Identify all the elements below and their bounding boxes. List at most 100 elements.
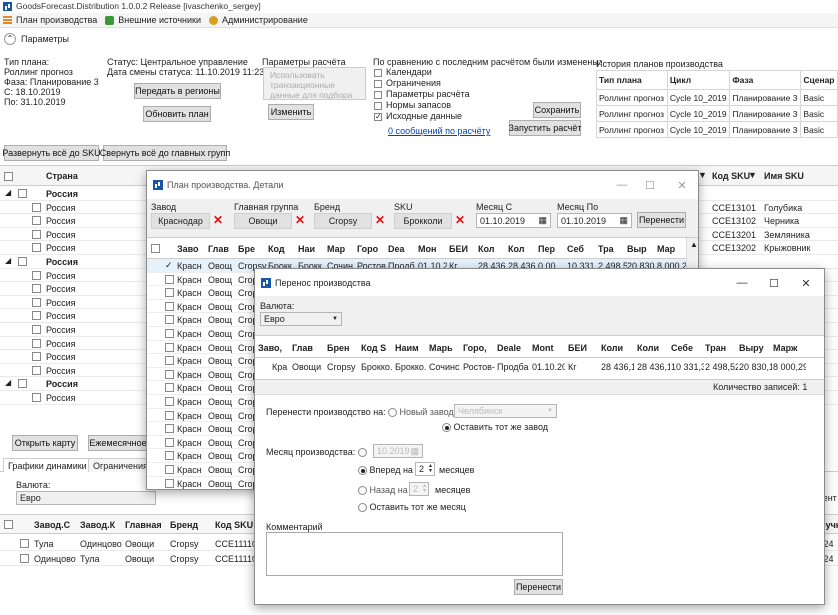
- minimize-button[interactable]: —: [725, 269, 759, 297]
- details-header-cell[interactable]: Мон: [418, 244, 446, 254]
- details-header-cell[interactable]: Мар: [327, 244, 355, 254]
- open-map-button[interactable]: Открыть карту: [12, 435, 78, 451]
- row-checkbox[interactable]: [165, 451, 174, 461]
- row-checkbox[interactable]: [32, 229, 41, 239]
- row-checkbox[interactable]: [165, 437, 174, 447]
- details-transfer-button[interactable]: Перенести: [637, 212, 686, 228]
- details-header-cell[interactable]: Себ: [567, 244, 595, 254]
- history-row[interactable]: Роллинг прогноз Cycle 10_2019 Планирование…: [596, 121, 838, 138]
- history-row[interactable]: Роллинг прогноз Cycle 10_2019 Планирование…: [596, 89, 838, 106]
- checkbox[interactable]: [374, 68, 382, 77]
- transfer-header-cell[interactable]: БЕИ: [568, 343, 601, 353]
- row-checkbox[interactable]: [32, 297, 41, 307]
- row-checkbox[interactable]: [165, 315, 174, 325]
- column-sku-name[interactable]: Имя SKU: [764, 171, 804, 181]
- details-header-cell[interactable]: Кол: [478, 244, 506, 254]
- transfer-header-cell[interactable]: Заво,: [258, 343, 291, 353]
- header-select-all[interactable]: [4, 171, 13, 182]
- transfer-header-cell[interactable]: Код S: [361, 343, 394, 353]
- stepper-icon[interactable]: ▲ ▼: [422, 484, 427, 494]
- messages-link[interactable]: 0 сообщений по расчёту: [388, 126, 490, 136]
- update-plan-button[interactable]: Обновить план: [143, 106, 211, 122]
- bottom-header-cell[interactable]: Код SKU: [215, 520, 253, 530]
- filter-icon[interactable]: ▼: [748, 170, 757, 180]
- history-header-cell[interactable]: Фаза: [729, 70, 802, 90]
- new-plant-radio[interactable]: Новый завод:: [388, 407, 456, 418]
- transfer-header-cell[interactable]: Mont: [532, 343, 565, 353]
- row-checkbox[interactable]: [20, 539, 29, 548]
- history-header-cell[interactable]: Цикл: [666, 70, 731, 90]
- bottom-header-cell[interactable]: Бренд: [170, 520, 198, 530]
- transfer-header-cell[interactable]: Коли: [637, 343, 670, 353]
- row-checkbox[interactable]: [165, 383, 174, 393]
- details-header-cell[interactable]: Пер: [538, 244, 566, 254]
- details-header-cell[interactable]: БЕИ: [449, 244, 477, 254]
- save-button[interactable]: Сохранить: [533, 102, 581, 118]
- new-plant-select[interactable]: Челябинск ▼: [454, 404, 557, 418]
- details-header-cell[interactable]: Мар: [657, 244, 685, 254]
- expand-all-button[interactable]: Развернуть всё до SKU: [2, 145, 101, 161]
- filter-value[interactable]: Cropsy: [314, 213, 372, 229]
- details-header-cell[interactable]: Глав: [208, 244, 236, 254]
- comment-input[interactable]: [266, 532, 563, 576]
- keep-plant-radio[interactable]: Оставить тот же завод: [442, 422, 548, 433]
- tab-constraints[interactable]: Ограничения: [88, 458, 153, 472]
- params-toggle[interactable]: ⌃ Параметры: [4, 33, 69, 45]
- expand-arrow-icon[interactable]: ◢: [5, 378, 11, 387]
- row-checkbox[interactable]: [165, 397, 174, 406]
- bottom-header-cell[interactable]: Завод.К: [80, 520, 115, 530]
- row-checkbox[interactable]: [18, 189, 27, 198]
- forward-stepper[interactable]: 2 ▲ ▼: [415, 462, 435, 476]
- bottom-currency-select[interactable]: Евро: [16, 491, 156, 505]
- transfer-header-cell[interactable]: Брен: [327, 343, 360, 353]
- clear-filter-icon[interactable]: ✕: [295, 213, 305, 227]
- bottom-header-cell[interactable]: Завод.С: [34, 520, 70, 530]
- row-checkbox[interactable]: [32, 325, 41, 334]
- row-checkbox[interactable]: [165, 274, 174, 284]
- history-row[interactable]: Роллинг прогноз Cycle 10_2019 Планирование…: [596, 105, 838, 122]
- row-checkbox[interactable]: [32, 243, 41, 253]
- row-checkbox[interactable]: [32, 216, 41, 226]
- header-checkbox[interactable]: [151, 244, 160, 253]
- close-button[interactable]: ✕: [665, 171, 698, 199]
- column-sku-code[interactable]: Код SKU: [712, 171, 750, 181]
- transfer-header-cell[interactable]: Марь: [429, 343, 462, 353]
- change-params-button[interactable]: Изменить: [268, 104, 314, 120]
- row-checkbox[interactable]: [32, 270, 41, 280]
- column-country[interactable]: Страна: [46, 171, 78, 181]
- clear-filter-icon[interactable]: ✕: [455, 213, 465, 227]
- table-row[interactable]: Кра Овощи Cropsy Брокко. Брокко. Сочинс Ростов…: [255, 358, 824, 374]
- row-checkbox[interactable]: [32, 311, 41, 321]
- row-checkbox[interactable]: [32, 338, 41, 348]
- tab-dynamics-charts[interactable]: Графики динамики: [3, 458, 92, 472]
- row-checkbox[interactable]: [165, 288, 174, 298]
- close-button[interactable]: ✕: [789, 269, 823, 297]
- history-header-cell[interactable]: Сценар: [800, 70, 838, 90]
- bottom-select-all[interactable]: [4, 519, 13, 530]
- menu-administration[interactable]: Администрирование: [209, 15, 308, 25]
- row-checkbox[interactable]: [32, 202, 41, 212]
- month-to-input[interactable]: 01.10.2019 ▦: [557, 213, 632, 228]
- back-radio[interactable]: Назад на: [358, 485, 408, 496]
- row-checkbox[interactable]: [20, 554, 29, 563]
- clear-filter-icon[interactable]: ✕: [375, 213, 385, 227]
- bottom-header-cell[interactable]: Главная: [125, 520, 162, 530]
- details-header-cell[interactable]: Тра: [598, 244, 626, 254]
- expand-arrow-icon[interactable]: ◢: [5, 256, 11, 265]
- transfer-header-cell[interactable]: Deale: [497, 343, 530, 353]
- keep-month-radio[interactable]: Оставить тот же месяц: [358, 502, 466, 513]
- transfer-header-cell[interactable]: Выру: [739, 343, 772, 353]
- menu-production-plan[interactable]: План производства: [3, 15, 97, 25]
- maximize-button[interactable]: ☐: [633, 171, 667, 199]
- expand-arrow-icon[interactable]: ◢: [5, 188, 11, 197]
- stepper-icon[interactable]: ▲ ▼: [428, 464, 433, 474]
- row-checkbox[interactable]: [165, 301, 174, 311]
- row-checkbox[interactable]: [32, 393, 41, 402]
- row-checkbox[interactable]: [18, 257, 27, 266]
- clear-filter-icon[interactable]: ✕: [213, 213, 223, 227]
- filter-value[interactable]: Овощи: [234, 213, 292, 229]
- send-to-regions-button[interactable]: Передать в регионы: [134, 83, 221, 99]
- checkbox[interactable]: [374, 79, 382, 88]
- transfer-header-cell[interactable]: Себе: [671, 343, 704, 353]
- scroll-up-icon[interactable]: ▲: [690, 240, 698, 249]
